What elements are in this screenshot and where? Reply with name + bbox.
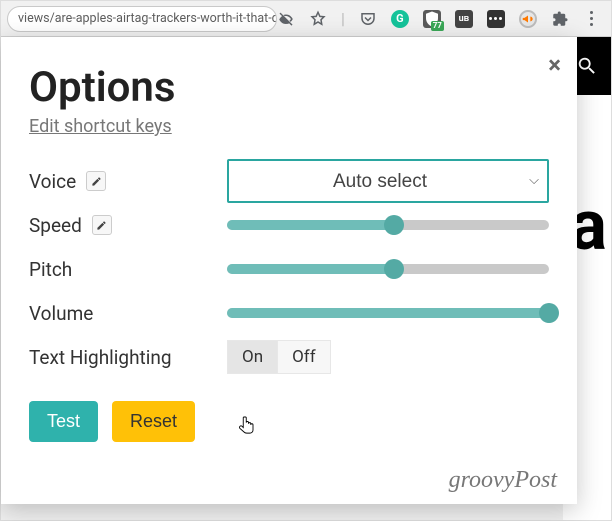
highlight-toggle: On Off (227, 340, 331, 374)
volume-label: Volume (29, 302, 93, 325)
footer-buttons: Test Reset (29, 401, 549, 442)
highlight-on-button[interactable]: On (227, 340, 278, 374)
shield-ext-icon[interactable]: 77 (423, 10, 441, 28)
speed-slider[interactable] (227, 215, 549, 235)
row-volume: Volume (29, 291, 549, 335)
grammarly-icon[interactable]: G (391, 10, 409, 28)
shield-badge-count: 77 (431, 21, 444, 31)
edit-speed-icon[interactable] (92, 215, 112, 235)
volume-slider[interactable] (227, 303, 549, 323)
eye-off-icon[interactable] (277, 10, 295, 28)
pencil-icon (91, 176, 102, 187)
chrome-menu-icon[interactable] (583, 10, 601, 28)
watermark: groovyPost (449, 467, 557, 494)
search-icon[interactable] (576, 55, 598, 77)
close-icon[interactable]: × (548, 53, 561, 77)
voice-select[interactable]: Auto select (227, 159, 549, 203)
star-icon[interactable] (309, 10, 327, 28)
edit-shortcuts-link[interactable]: Edit shortcut keys (29, 116, 549, 137)
more-ext-icon[interactable] (487, 10, 505, 28)
row-highlight: Text Highlighting On Off (29, 335, 549, 379)
url-text: views/are-apples-airtag-trackers-worth-i… (18, 11, 277, 26)
megaphone-icon[interactable] (519, 10, 537, 28)
row-pitch: Pitch (29, 247, 549, 291)
browser-toolbar: views/are-apples-airtag-trackers-worth-i… (1, 1, 611, 37)
row-voice: Voice Auto select (29, 159, 549, 203)
browser-extension-icons: | G 77 uʙ (277, 9, 609, 28)
voice-label: Voice (29, 170, 76, 193)
speed-label: Speed (29, 214, 82, 237)
edit-voice-icon[interactable] (86, 171, 106, 191)
row-speed: Speed (29, 203, 549, 247)
address-bar[interactable]: views/are-apples-airtag-trackers-worth-i… (7, 6, 277, 32)
ublock-icon[interactable]: uʙ (455, 10, 473, 28)
highlight-label: Text Highlighting (29, 346, 172, 369)
pocket-icon[interactable] (359, 10, 377, 28)
extensions-icon[interactable] (551, 10, 569, 28)
test-button[interactable]: Test (29, 401, 98, 442)
highlight-off-button[interactable]: Off (278, 340, 331, 374)
page-title: Options (29, 63, 549, 112)
options-panel: × Options Edit shortcut keys Voice Auto … (1, 37, 577, 504)
pencil-icon (96, 220, 107, 231)
pitch-slider[interactable] (227, 259, 549, 279)
pitch-label: Pitch (29, 258, 72, 281)
reset-button[interactable]: Reset (112, 401, 195, 442)
